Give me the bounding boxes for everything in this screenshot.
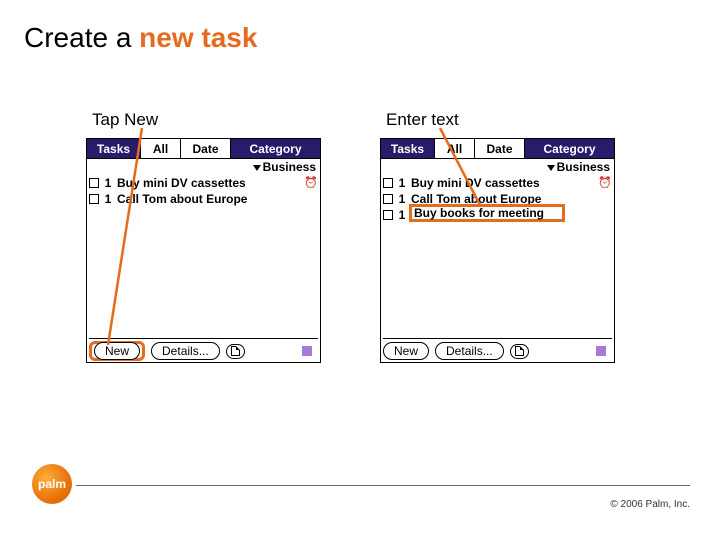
checkbox-icon[interactable] — [383, 210, 393, 220]
caption-enter-text: Enter text — [386, 110, 459, 130]
slide-divider — [76, 485, 690, 486]
note-icon — [231, 346, 240, 356]
caption-tap-new: Tap New — [92, 110, 158, 130]
slide-title-emphasis: new task — [139, 22, 257, 53]
task-text: Call Tom about Europe — [117, 192, 247, 206]
details-button[interactable]: Details... — [435, 342, 504, 360]
category-filter-label: Business — [557, 160, 610, 174]
category-filter[interactable]: Business — [87, 159, 320, 174]
alarm-icon — [598, 177, 610, 189]
palm-logo: palm — [32, 464, 72, 504]
palm-logo-text: palm — [38, 477, 66, 491]
task-row[interactable]: 1 Call Tom about Europe — [89, 191, 318, 207]
new-task-input-highlight[interactable]: Buy books for meeting — [409, 204, 565, 222]
header-tab-category[interactable]: Category — [525, 139, 614, 158]
palm-footer: New Details... — [89, 338, 318, 360]
palm-header: Tasks All Date Category — [381, 139, 614, 159]
checkbox-icon[interactable] — [383, 194, 393, 204]
palm-screen-left: Tasks All Date Category Business 1 Buy m… — [86, 138, 321, 363]
dropdown-triangle-icon — [253, 165, 261, 171]
task-list: 1 Buy mini DV cassettes 1 Call Tom about… — [87, 174, 320, 207]
graffiti-indicator-icon — [302, 346, 312, 356]
category-filter-label: Business — [263, 160, 316, 174]
slide-title-pre: Create a — [24, 22, 139, 53]
slide-title: Create a new task — [24, 22, 257, 54]
alarm-icon — [304, 177, 316, 189]
details-button[interactable]: Details... — [151, 342, 220, 360]
palm-footer: New Details... — [383, 338, 612, 360]
header-tab-category[interactable]: Category — [231, 139, 320, 158]
new-button[interactable]: New — [94, 342, 140, 360]
category-filter[interactable]: Business — [381, 159, 614, 174]
task-row[interactable]: 1 Buy mini DV cassettes — [383, 175, 612, 191]
task-row-new[interactable]: 1 Buy books for meeting — [383, 207, 612, 223]
task-priority: 1 — [397, 176, 407, 190]
checkbox-icon[interactable] — [89, 194, 99, 204]
task-priority: 1 — [103, 176, 113, 190]
task-priority: 1 — [397, 208, 407, 222]
task-priority: 1 — [103, 192, 113, 206]
header-tab-all[interactable]: All — [141, 139, 181, 158]
header-tab-tasks[interactable]: Tasks — [87, 139, 141, 158]
checkbox-icon[interactable] — [383, 178, 393, 188]
new-task-input-text: Buy books for meeting — [414, 206, 544, 220]
header-tab-all[interactable]: All — [435, 139, 475, 158]
graffiti-indicator-icon — [596, 346, 606, 356]
task-row[interactable]: 1 Buy mini DV cassettes — [89, 175, 318, 191]
highlight-new-button: New — [89, 341, 145, 361]
task-text: Buy mini DV cassettes — [411, 176, 540, 190]
header-tab-tasks[interactable]: Tasks — [381, 139, 435, 158]
note-button[interactable] — [510, 344, 529, 359]
note-button[interactable] — [226, 344, 245, 359]
task-list: 1 Buy mini DV cassettes 1 Call Tom about… — [381, 174, 614, 223]
copyright-text: © 2006 Palm, Inc. — [610, 499, 690, 510]
new-button[interactable]: New — [383, 342, 429, 360]
palm-screen-right: Tasks All Date Category Business 1 Buy m… — [380, 138, 615, 363]
header-tab-date[interactable]: Date — [181, 139, 231, 158]
note-icon — [515, 346, 524, 356]
palm-header: Tasks All Date Category — [87, 139, 320, 159]
task-priority: 1 — [397, 192, 407, 206]
dropdown-triangle-icon — [547, 165, 555, 171]
task-text: Buy mini DV cassettes — [117, 176, 246, 190]
checkbox-icon[interactable] — [89, 178, 99, 188]
header-tab-date[interactable]: Date — [475, 139, 525, 158]
